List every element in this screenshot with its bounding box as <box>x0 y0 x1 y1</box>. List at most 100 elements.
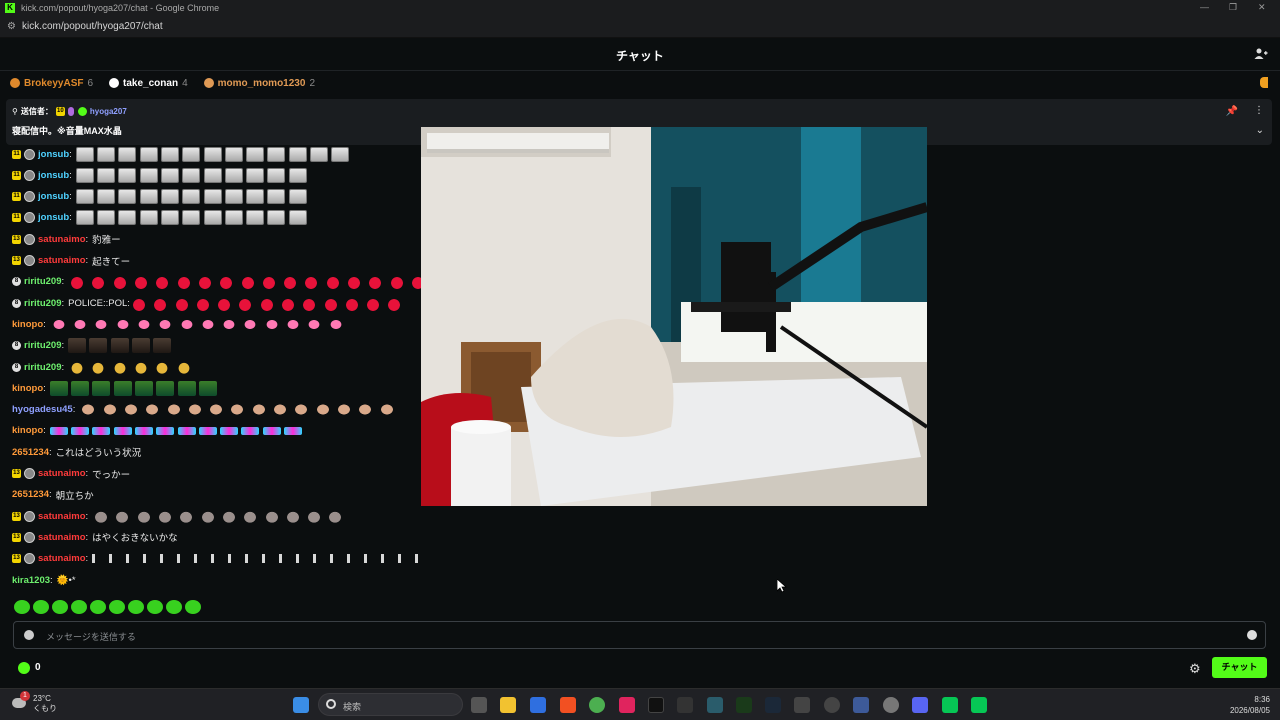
avatar <box>24 233 35 245</box>
chat-username[interactable]: jonsub <box>38 149 69 160</box>
chat-input[interactable]: メッセージを送信する <box>13 621 1266 649</box>
emote <box>134 316 153 332</box>
emote <box>364 295 383 311</box>
app-icon[interactable] <box>707 697 723 713</box>
shield-icon[interactable] <box>24 630 34 640</box>
emote <box>109 554 113 564</box>
url-text[interactable]: kick.com/popout/hyoga207/chat <box>22 21 163 32</box>
chat-username[interactable]: kinopo <box>12 319 43 330</box>
line-icon[interactable] <box>971 697 987 713</box>
chat-username[interactable]: riritu209 <box>24 298 62 309</box>
emote <box>92 426 111 435</box>
users-icon[interactable] <box>1254 47 1268 61</box>
emote <box>160 210 179 226</box>
app-icon[interactable] <box>619 697 635 713</box>
pinned-sender-name[interactable]: hyoga207 <box>90 107 127 116</box>
top-gifter[interactable]: take_conan 4 <box>109 78 188 89</box>
chat-username[interactable]: riritu209 <box>24 340 62 351</box>
chat-username[interactable]: riritu209 <box>24 362 62 373</box>
settings-icon[interactable] <box>883 697 899 713</box>
emote-shortcut[interactable] <box>90 600 106 614</box>
chat-username[interactable]: satunaimo <box>38 532 86 543</box>
steam-icon[interactable] <box>765 697 781 713</box>
send-chat-button[interactable]: チャット <box>1212 657 1267 678</box>
chat-username[interactable]: 2651234 <box>12 489 49 500</box>
more-options-icon[interactable]: ⋮ <box>1254 105 1264 116</box>
emote <box>75 167 94 183</box>
chat-username[interactable]: satunaimo <box>38 553 86 564</box>
kick-app-icon[interactable] <box>736 697 752 713</box>
chat-username[interactable]: jonsub <box>38 212 69 223</box>
top-gifter[interactable]: momo_momo1230 2 <box>203 78 315 89</box>
emote-shortcut[interactable] <box>52 600 68 614</box>
chat-username[interactable]: satunaimo <box>38 511 86 522</box>
sub-badge: 13 <box>12 554 21 564</box>
unpin-icon[interactable]: 📌 <box>1226 106 1238 117</box>
chat-username[interactable]: satunaimo <box>38 234 86 245</box>
chat-username[interactable]: jonsub <box>38 170 69 181</box>
emote <box>198 508 217 524</box>
pin-icon: ⚲ <box>12 107 18 116</box>
emote <box>279 295 297 311</box>
chat-username[interactable]: jonsub <box>38 191 69 202</box>
colon-separator: : <box>43 382 46 394</box>
top-gifter[interactable]: BrokeyyASF 6 <box>10 78 93 89</box>
emote-shortcut[interactable] <box>33 600 49 614</box>
sub-badge: 11 <box>12 170 21 180</box>
taskbar-search[interactable]: 検索 <box>318 693 463 716</box>
chat-username[interactable]: kinopo <box>12 383 43 394</box>
colon-separator: : <box>85 233 89 245</box>
app-icon[interactable] <box>677 697 693 713</box>
emote <box>89 359 108 375</box>
app-icon[interactable] <box>794 697 810 713</box>
task-view-icon[interactable] <box>471 697 487 713</box>
gear-icon[interactable]: ⚙ <box>1189 661 1201 677</box>
weather-widget[interactable]: 1 23°C くもり <box>12 691 57 714</box>
emote <box>113 380 132 396</box>
obs-icon[interactable] <box>824 697 840 713</box>
emote-shortcut[interactable] <box>71 600 87 614</box>
emote <box>219 508 238 524</box>
tiktok-icon[interactable] <box>648 697 664 713</box>
emote-shortcut[interactable] <box>185 600 201 614</box>
windows-start-icon[interactable] <box>293 697 309 713</box>
emote-shortcut[interactable] <box>109 600 125 614</box>
points-icon[interactable] <box>18 662 30 674</box>
gifter-scroll-icon[interactable] <box>1260 77 1268 88</box>
chevron-down-icon[interactable]: ⌄ <box>1256 125 1264 136</box>
site-settings-icon[interactable]: ⚙ <box>7 21 19 32</box>
discord-icon[interactable] <box>912 697 928 713</box>
emote <box>241 316 260 332</box>
line-icon[interactable] <box>942 697 958 713</box>
emote <box>283 508 302 524</box>
chat-username[interactable]: 2651234 <box>12 447 49 458</box>
app-icon[interactable] <box>853 697 869 713</box>
window-title: kick.com/popout/hyoga207/chat - Google C… <box>21 3 220 13</box>
stream-video[interactable] <box>421 127 927 506</box>
emote-shortcut[interactable] <box>147 600 163 614</box>
chrome-icon[interactable] <box>589 697 605 713</box>
emoji-icon[interactable] <box>1247 630 1257 640</box>
chat-username[interactable]: kira1203 <box>12 575 50 586</box>
chat-input-placeholder[interactable]: メッセージを送信する <box>46 630 136 643</box>
chat-username[interactable]: kinopo <box>12 425 43 436</box>
emote-shortcut[interactable] <box>128 600 144 614</box>
app-icon[interactable] <box>530 697 546 713</box>
emote <box>139 167 158 183</box>
chat-username[interactable]: hyogadesu45 <box>12 404 73 415</box>
restore-button[interactable]: ❐ <box>1229 2 1237 13</box>
taskbar-clock[interactable]: 8:36 2026/08/05 <box>1230 694 1270 716</box>
brave-icon[interactable] <box>560 697 576 713</box>
address-bar[interactable]: ⚙ kick.com/popout/hyoga207/chat <box>0 16 1280 38</box>
emote-shortcut[interactable] <box>166 600 182 614</box>
gift-icon <box>10 78 20 88</box>
chat-username[interactable]: satunaimo <box>38 468 86 479</box>
minimize-button[interactable]: — <box>1200 2 1209 12</box>
chat-username[interactable]: satunaimo <box>38 255 86 266</box>
emote-shortcut[interactable] <box>14 600 30 614</box>
close-button[interactable]: ✕ <box>1258 2 1266 13</box>
chat-username[interactable]: riritu209 <box>24 276 62 287</box>
weather-temp: 23°C <box>33 694 51 703</box>
file-explorer-icon[interactable] <box>500 697 516 713</box>
emote <box>246 210 265 226</box>
